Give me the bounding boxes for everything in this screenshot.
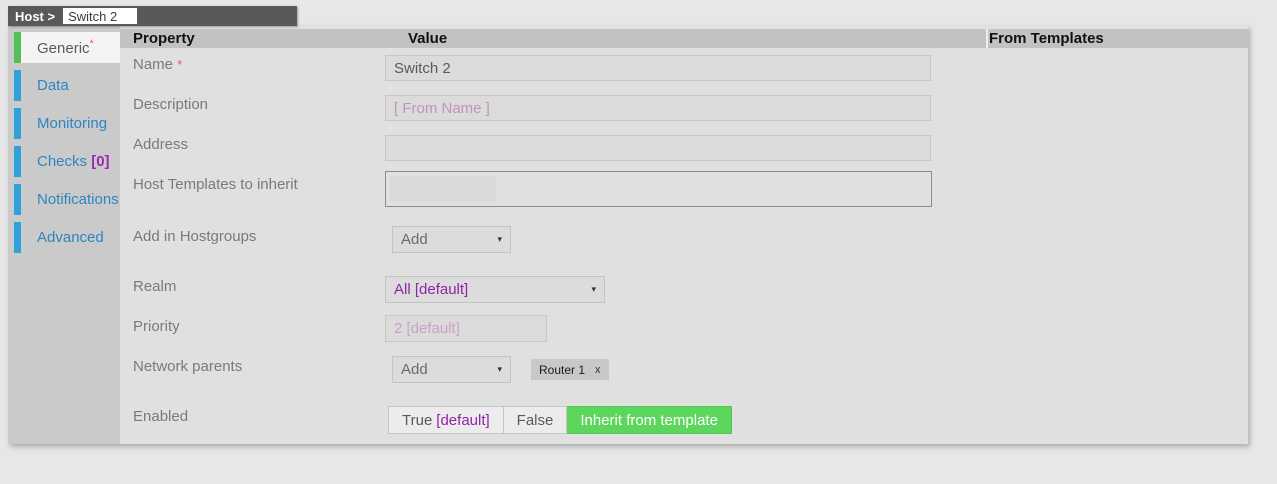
tab-indicator-bar (14, 70, 21, 101)
hostgroups-selected-value: Add (401, 231, 428, 248)
network-parent-tag: Router 1 x (531, 359, 609, 380)
description-label: Description (133, 96, 208, 113)
address-label: Address (133, 136, 188, 153)
tab-monitoring-label: Monitoring (21, 115, 107, 132)
tab-indicator-bar (14, 146, 21, 177)
tab-notifications[interactable]: Notifications (14, 184, 120, 215)
priority-input[interactable] (385, 315, 547, 342)
required-asterisk: * (177, 57, 182, 72)
sidebar: Generic* Data Monitoring Checks [0] Noti… (8, 25, 120, 444)
column-header-from-templates: From Templates (989, 30, 1104, 47)
tab-notifications-label: Notifications (21, 191, 119, 208)
required-asterisk: * (90, 38, 94, 50)
hostgroups-select[interactable]: Add ▾ (392, 226, 511, 253)
realm-label: Realm (133, 278, 176, 295)
tab-indicator-bar (14, 222, 21, 253)
default-suffix: [default] (436, 412, 489, 429)
realm-select[interactable]: All [default] ▾ (385, 276, 605, 303)
enabled-true-button[interactable]: True[default] (388, 406, 504, 434)
name-input[interactable] (385, 55, 931, 81)
host-templates-multiselect[interactable] (385, 171, 932, 207)
column-divider (986, 29, 988, 48)
host-name-input[interactable] (63, 8, 137, 24)
enabled-label: Enabled (133, 408, 188, 425)
tab-data[interactable]: Data (14, 70, 120, 101)
hostgroups-label: Add in Hostgroups (133, 228, 256, 245)
remove-tag-icon[interactable]: x (595, 364, 601, 376)
breadcrumb: Host > (8, 6, 297, 26)
chevron-down-icon: ▾ (497, 364, 502, 375)
network-parents-select[interactable]: Add ▾ (392, 356, 511, 383)
breadcrumb-section-label: Host > (8, 9, 63, 24)
column-header-property: Property (133, 30, 195, 47)
checks-count-badge: [0] (91, 153, 109, 170)
address-input[interactable] (385, 135, 931, 161)
column-header-value: Value (408, 30, 447, 47)
host-edit-panel: Generic* Data Monitoring Checks [0] Noti… (8, 25, 1248, 444)
enabled-inherit-button[interactable]: Inherit from template (567, 406, 732, 434)
enabled-toggle-group: True[default] False Inherit from templat… (388, 406, 732, 434)
tab-advanced-label: Advanced (21, 229, 104, 246)
tab-indicator-bar (14, 108, 21, 139)
chevron-down-icon: ▾ (591, 284, 596, 295)
tab-checks[interactable]: Checks [0] (14, 146, 120, 177)
tab-checks-label: Checks [0] (21, 153, 110, 170)
tab-generic-label: Generic* (21, 38, 94, 57)
name-label: Name * (133, 56, 182, 73)
host-templates-label: Host Templates to inherit (133, 176, 298, 193)
realm-selected-value: All [default] (394, 281, 468, 298)
tab-monitoring[interactable]: Monitoring (14, 108, 120, 139)
tab-active-indicator-bar (14, 32, 21, 63)
network-parent-tag-name: Router 1 (539, 363, 585, 377)
enabled-false-button[interactable]: False (504, 406, 568, 434)
priority-label: Priority (133, 318, 180, 335)
description-input[interactable] (385, 95, 931, 121)
form-area: Property Value From Templates Name * Des… (120, 25, 1248, 444)
tab-indicator-bar (14, 184, 21, 215)
table-header-row: Property Value From Templates (120, 29, 1248, 48)
network-parents-label: Network parents (133, 358, 242, 375)
host-templates-input[interactable] (390, 176, 496, 201)
tab-data-label: Data (21, 77, 69, 94)
tab-advanced[interactable]: Advanced (14, 222, 120, 253)
chevron-down-icon: ▾ (497, 234, 502, 245)
tab-generic[interactable]: Generic* (14, 32, 120, 63)
network-parents-selected-value: Add (401, 361, 428, 378)
